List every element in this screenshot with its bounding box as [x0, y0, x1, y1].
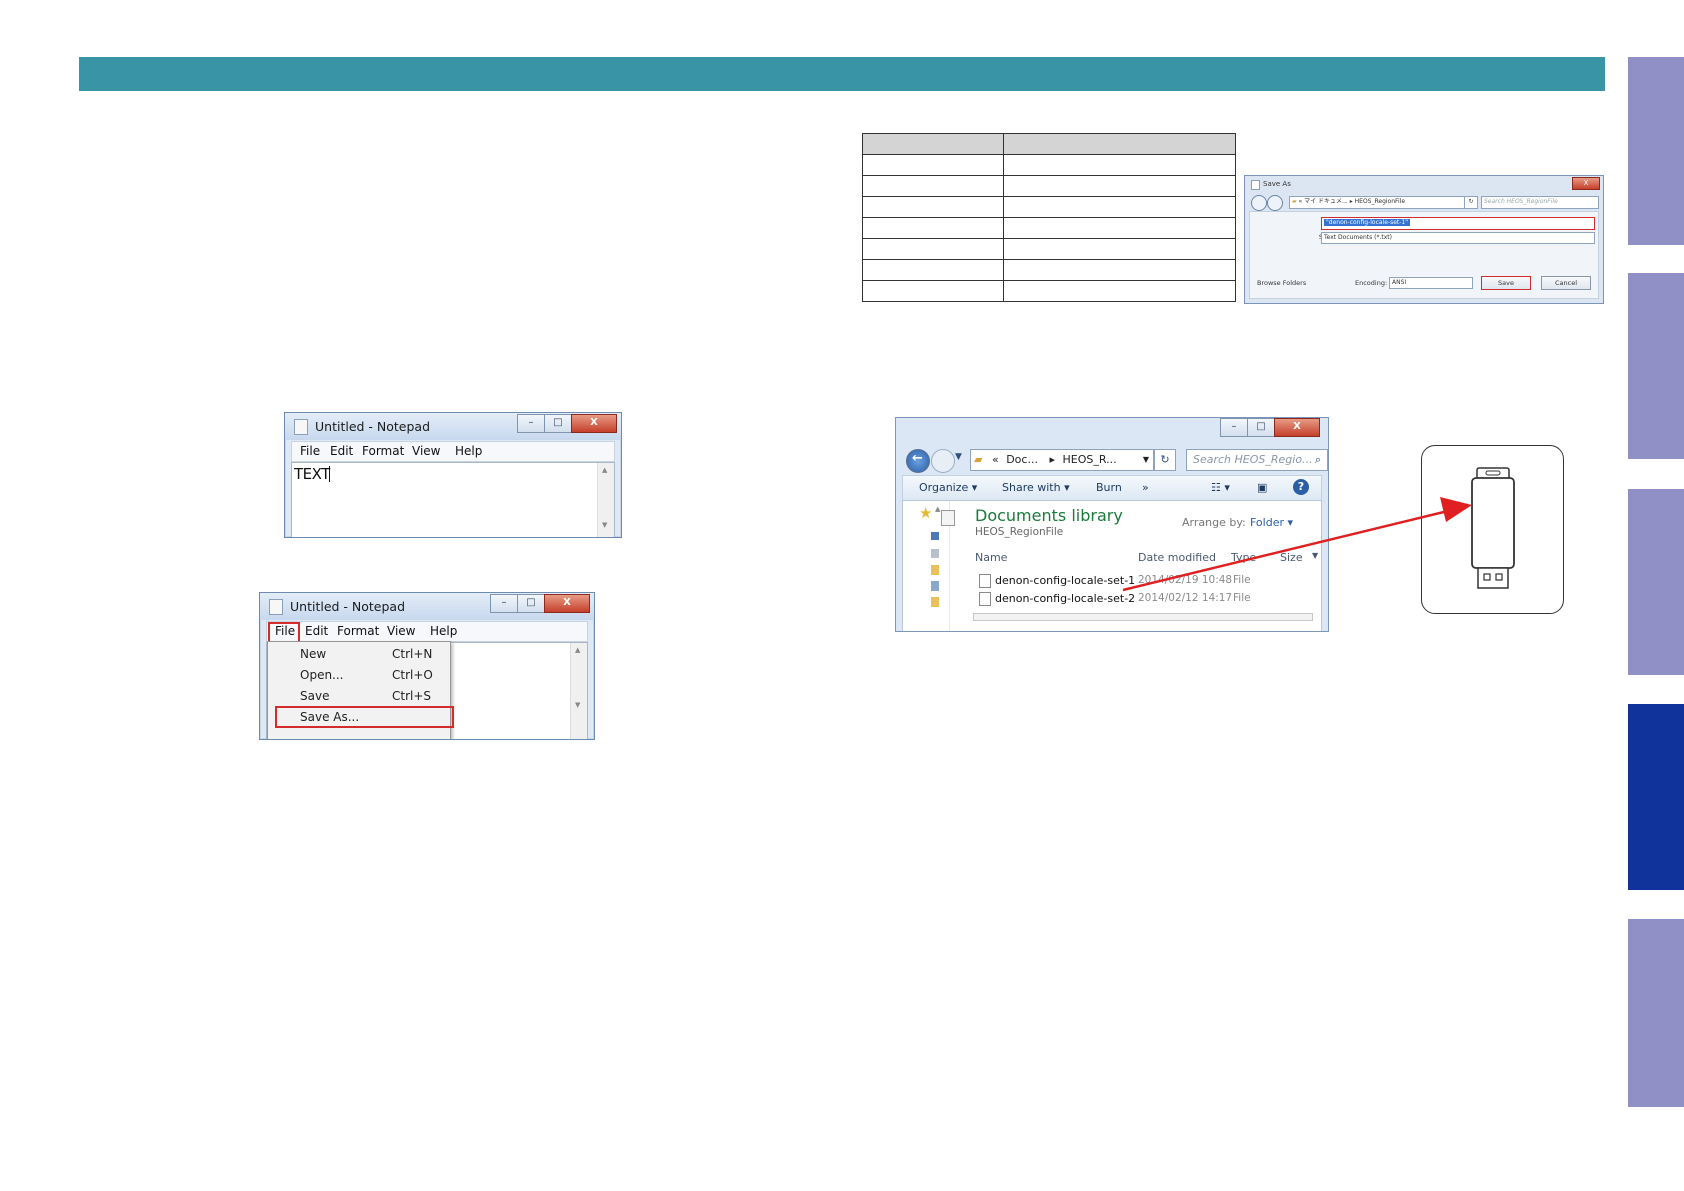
copy-arrow-icon	[1122, 497, 1472, 592]
